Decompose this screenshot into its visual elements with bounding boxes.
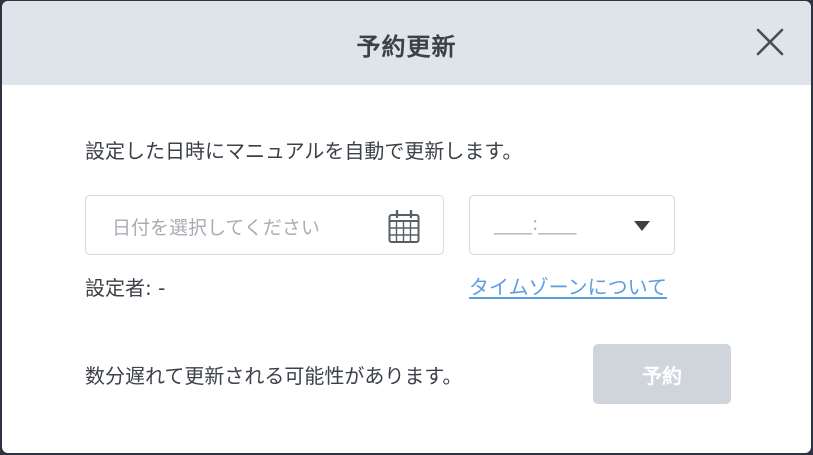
time-value: ____:____	[494, 213, 577, 235]
close-icon	[756, 28, 784, 56]
timezone-link[interactable]: タイムゾーンについて	[469, 271, 667, 300]
calendar-icon[interactable]	[388, 210, 420, 244]
delay-notice: 数分遅れて更新される可能性があります。	[85, 364, 463, 388]
close-button[interactable]	[753, 25, 787, 59]
dialog-header: 予約更新	[2, 1, 811, 85]
caret-down-icon	[634, 221, 650, 231]
dialog-description: 設定した日時にマニュアルを自動で更新します。	[85, 139, 523, 163]
date-picker-input[interactable]: 日付を選択してください	[85, 195, 444, 255]
time-select[interactable]: ____:____	[469, 195, 675, 255]
reserve-button[interactable]: 予約	[593, 344, 731, 404]
date-placeholder: 日付を選択してください	[112, 217, 320, 239]
schedule-update-dialog: 予約更新 設定した日時にマニュアルを自動で更新します。 日付を選択してください …	[2, 1, 811, 453]
dialog-title: 予約更新	[356, 33, 457, 61]
setter-label: 設定者: -	[85, 276, 166, 300]
